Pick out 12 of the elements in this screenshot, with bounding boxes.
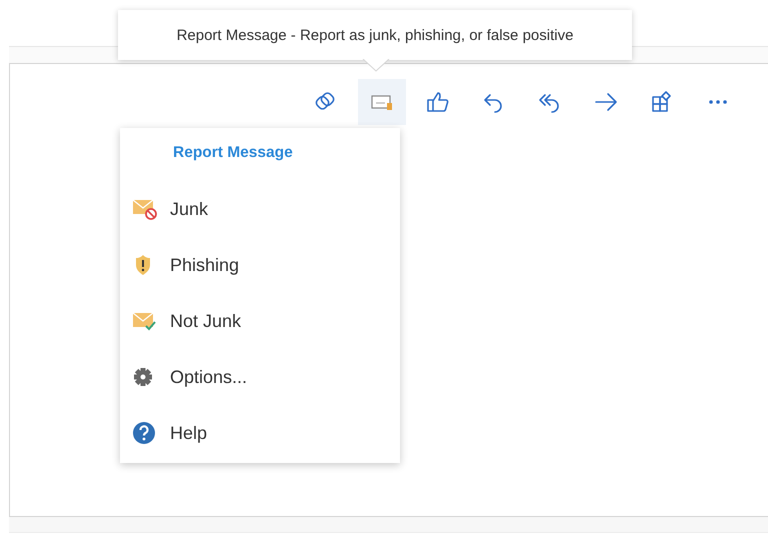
safe-mail-icon xyxy=(132,310,158,332)
help-icon xyxy=(132,421,158,445)
menu-item[interactable]: Phishing xyxy=(132,237,400,293)
menu-item[interactable]: Options... xyxy=(132,349,400,405)
junk-mail-icon xyxy=(132,198,158,220)
toolbar-button[interactable] xyxy=(358,79,406,125)
menu-title: Report Message xyxy=(173,144,294,163)
menu-item[interactable]: Not Junk xyxy=(132,293,400,349)
more-icon xyxy=(709,100,727,104)
menu-item[interactable]: Help xyxy=(132,405,400,461)
menu-item[interactable]: Junk xyxy=(132,181,400,237)
thumbs-up-icon xyxy=(425,89,451,115)
